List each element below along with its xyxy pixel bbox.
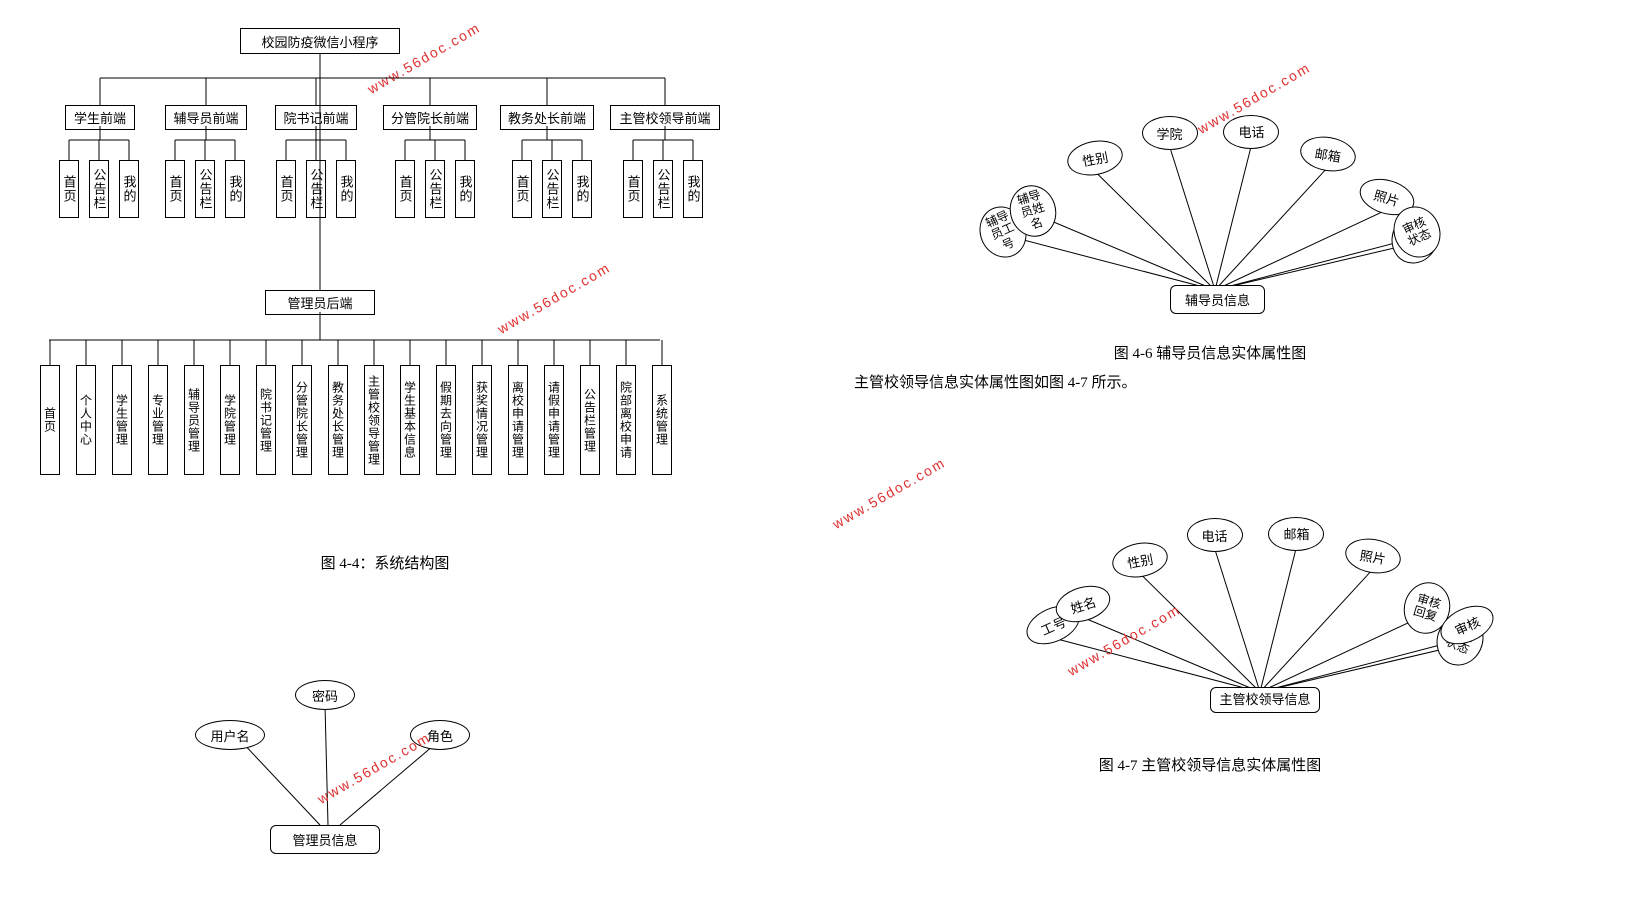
attr-ellipse: 密码 — [295, 680, 355, 710]
admin-child: 专业管理 — [148, 365, 168, 475]
admin-child: 院书记管理 — [256, 365, 276, 475]
ref-text: 主管校领导信息实体属性图如图 4-7 所示。 — [830, 371, 1590, 392]
admin-child: 学生管理 — [112, 365, 132, 475]
admin-child: 假期去向管理 — [436, 365, 456, 475]
c-2-0: 首页 — [276, 160, 296, 218]
attr-ellipse: 学院 — [1142, 116, 1198, 150]
admin-child: 教务处长管理 — [328, 365, 348, 475]
admin-child: 分管院长管理 — [292, 365, 312, 475]
c-5-2: 我的 — [683, 160, 703, 218]
c-0-0: 首页 — [59, 160, 79, 218]
entity-center: 管理员信息 — [270, 825, 380, 854]
c-3-2: 我的 — [455, 160, 475, 218]
fe-1: 辅导员前端 — [165, 105, 247, 130]
admin-node: 管理员后端 — [265, 290, 375, 315]
c-2-2: 我的 — [336, 160, 356, 218]
attr-ellipse: 邮箱 — [1297, 133, 1358, 176]
c-2-1: 公告栏 — [306, 160, 326, 218]
c-1-0: 首页 — [165, 160, 185, 218]
attr-ellipse: 性别 — [1064, 136, 1125, 180]
fe-0: 学生前端 — [65, 105, 135, 130]
c-4-2: 我的 — [572, 160, 592, 218]
c-0-1: 公告栏 — [89, 160, 109, 218]
admin-child: 学院管理 — [220, 365, 240, 475]
admin-child: 离校申请管理 — [508, 365, 528, 475]
admin-child: 请假申请管理 — [544, 365, 564, 475]
c-1-1: 公告栏 — [195, 160, 215, 218]
c-5-1: 公告栏 — [653, 160, 673, 218]
admin-child: 主管校领导管理 — [364, 365, 384, 475]
attr-ellipse: 性别 — [1109, 538, 1170, 582]
attr-ellipse: 电话 — [1187, 518, 1243, 552]
attr-ellipse: 电话 — [1223, 115, 1279, 149]
admin-child: 个人中心 — [76, 365, 96, 475]
c-5-0: 首页 — [623, 160, 643, 218]
fe-5: 主管校领导前端 — [610, 105, 720, 130]
fudao-caption: 图 4-6 辅导员信息实体属性图 — [830, 342, 1590, 363]
attr-ellipse: 用户名 — [195, 720, 265, 750]
c-1-2: 我的 — [225, 160, 245, 218]
admin-child: 获奖情况管理 — [472, 365, 492, 475]
admin-child: 学生基本信息 — [400, 365, 420, 475]
c-4-0: 首页 — [512, 160, 532, 218]
attr-ellipse: 邮箱 — [1268, 517, 1324, 551]
c-0-2: 我的 — [119, 160, 139, 218]
fe-2: 院书记前端 — [275, 105, 357, 130]
entity-center: 辅导员信息 — [1170, 285, 1265, 314]
fe-3: 分管院长前端 — [383, 105, 477, 130]
attr-ellipse: 照片 — [1342, 535, 1403, 578]
attr-ellipse: 角色 — [410, 720, 470, 750]
admin-child: 首页 — [40, 365, 60, 475]
c-4-1: 公告栏 — [542, 160, 562, 218]
c-3-1: 公告栏 — [425, 160, 445, 218]
admin-child: 系统管理 — [652, 365, 672, 475]
tree-root: 校园防疫微信小程序 — [240, 28, 400, 54]
fe-4: 教务处长前端 — [500, 105, 594, 130]
entity-center: 主管校领导信息 — [1210, 687, 1320, 713]
lead-caption: 图 4-7 主管校领导信息实体属性图 — [830, 754, 1590, 775]
admin-child: 公告栏管理 — [580, 365, 600, 475]
watermark: www.56doc.com — [495, 259, 614, 337]
tree-caption: 图 4-4：系统结构图 — [20, 552, 750, 573]
admin-child: 院部离校申请 — [616, 365, 636, 475]
admin-child: 辅导员管理 — [184, 365, 204, 475]
c-3-0: 首页 — [395, 160, 415, 218]
